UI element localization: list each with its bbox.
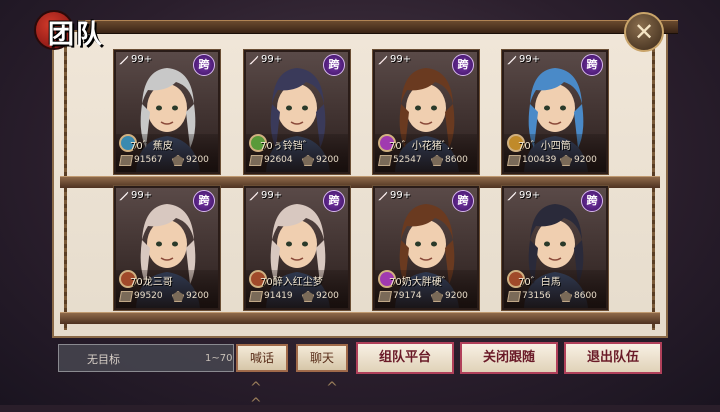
cross-server-badge: 跨 xyxy=(323,190,345,212)
shield-icon xyxy=(431,291,443,302)
cross-server-badge: 跨 xyxy=(581,190,603,212)
sword-icon xyxy=(378,55,388,65)
member-hp: 8600 xyxy=(431,155,468,166)
member-card[interactable]: 99+ 跨 70醉入红尘梦 91419 9200 xyxy=(244,186,350,310)
member-power: 100439 xyxy=(507,155,556,166)
cross-server-badge: 跨 xyxy=(193,54,215,76)
shield-icon xyxy=(560,291,572,302)
member-level: 99+ xyxy=(119,190,152,201)
sword-icon xyxy=(249,191,259,201)
member-info: 70゛小花猪ﾞ‥ 52547 8600 xyxy=(375,134,477,172)
target-selector[interactable]: 无目标 1~70 xyxy=(58,344,234,372)
member-name: 70ぅ铃铛゛ xyxy=(260,141,313,152)
shield-icon xyxy=(302,155,314,166)
member-level: 99+ xyxy=(507,190,540,201)
power-icon xyxy=(249,291,263,302)
member-card[interactable]: 99+ 跨 70龙三哥 99520 9200 xyxy=(114,186,220,310)
member-level: 99+ xyxy=(378,190,411,201)
member-hp: 9200 xyxy=(560,155,597,166)
sword-icon xyxy=(378,191,388,201)
member-level: 99+ xyxy=(378,54,411,65)
cross-server-badge: 跨 xyxy=(581,54,603,76)
shout-button[interactable]: 喊话 xyxy=(236,344,288,372)
shield-icon xyxy=(302,291,314,302)
member-power: 73156 xyxy=(507,291,551,302)
member-level: 99+ xyxy=(507,54,540,65)
title-strip xyxy=(78,20,678,34)
member-name: 70醉入红尘梦 xyxy=(260,277,323,288)
level-range: 1~70 xyxy=(205,353,233,364)
cross-server-badge: 跨 xyxy=(452,190,474,212)
member-info: 70゛白馬 73156 8600 xyxy=(504,270,606,308)
sword-icon xyxy=(507,191,517,201)
member-power: 92604 xyxy=(249,155,293,166)
shield-icon xyxy=(431,155,443,166)
power-icon xyxy=(249,155,263,166)
shelf-bottom xyxy=(60,312,660,324)
member-power: 91567 xyxy=(119,155,163,166)
member-info: 70醉入红尘梦 91419 9200 xyxy=(246,270,348,308)
shield-icon xyxy=(172,155,184,166)
member-hp: 9200 xyxy=(302,291,339,302)
close-button[interactable]: ✕ xyxy=(624,12,664,52)
member-power: 52547 xyxy=(378,155,422,166)
member-power: 99520 xyxy=(119,291,163,302)
sword-icon xyxy=(119,55,129,65)
member-level: 99+ xyxy=(249,190,282,201)
chat-button[interactable]: 聊天 xyxy=(296,344,348,372)
title-badge: 团队 xyxy=(34,10,134,50)
title-bar: 团队 xyxy=(0,8,720,52)
member-card[interactable]: 99+ 跨 70゛蕉皮 91567 9200 xyxy=(114,50,220,174)
close-icon: ✕ xyxy=(633,18,655,46)
member-info: 70龙三哥 99520 9200 xyxy=(116,270,218,308)
power-icon xyxy=(378,155,392,166)
sword-icon xyxy=(507,55,517,65)
member-info: 70ぅ铃铛゛ 92604 9200 xyxy=(246,134,348,172)
member-hp: 8600 xyxy=(560,291,597,302)
member-card[interactable]: 99+ 跨 70ぅ铃铛゛ 92604 9200 xyxy=(244,50,350,174)
member-level: 99+ xyxy=(119,54,152,65)
bottom-bar: 无目标 1~70 喊话 聊天 组队平台 关闭跟随 退出队伍 xyxy=(58,342,664,374)
cross-server-badge: 跨 xyxy=(193,190,215,212)
shield-icon xyxy=(560,155,572,166)
member-hp: 9200 xyxy=(172,291,209,302)
power-icon xyxy=(507,155,521,166)
power-icon xyxy=(119,291,133,302)
power-icon xyxy=(378,291,392,302)
member-power: 91419 xyxy=(249,291,293,302)
floor-decoration: ^ ^ ^ xyxy=(250,380,368,412)
leave-team-button[interactable]: 退出队伍 xyxy=(564,342,662,374)
member-power: 79174 xyxy=(378,291,422,302)
page-title: 团队 xyxy=(48,20,105,50)
member-name: 70龙三哥 xyxy=(130,277,173,288)
member-card[interactable]: 99+ 跨 70゛小花猪ﾞ‥ 52547 8600 xyxy=(373,50,479,174)
member-hp: 9200 xyxy=(172,155,209,166)
shield-icon xyxy=(172,291,184,302)
member-hp: 9200 xyxy=(302,155,339,166)
member-hp: 9200 xyxy=(431,291,468,302)
power-icon xyxy=(507,291,521,302)
member-info: 70゛小四筒 100439 9200 xyxy=(504,134,606,172)
cross-server-badge: 跨 xyxy=(323,54,345,76)
target-label: 无目标 xyxy=(87,353,120,366)
member-name: 70゛蕉皮 xyxy=(130,141,173,152)
member-name: 70゛小四筒 xyxy=(518,141,571,152)
sword-icon xyxy=(119,191,129,201)
power-icon xyxy=(119,155,133,166)
member-name: 70奶大胖硬゛ xyxy=(389,277,452,288)
member-info: 70奶大胖硬゛ 79174 9200 xyxy=(375,270,477,308)
close-follow-button[interactable]: 关闭跟随 xyxy=(460,342,558,374)
member-info: 70゛蕉皮 91567 9200 xyxy=(116,134,218,172)
sword-icon xyxy=(249,55,259,65)
member-name: 70゛白馬 xyxy=(518,277,561,288)
member-card[interactable]: 99+ 跨 70゛小四筒 100439 9200 xyxy=(502,50,608,174)
cross-server-badge: 跨 xyxy=(452,54,474,76)
member-level: 99+ xyxy=(249,54,282,65)
member-card[interactable]: 99+ 跨 70゛白馬 73156 8600 xyxy=(502,186,608,310)
member-name: 70゛小花猪ﾞ‥ xyxy=(389,141,454,152)
member-card[interactable]: 99+ 跨 70奶大胖硬゛ 79174 9200 xyxy=(373,186,479,310)
team-platform-button[interactable]: 组队平台 xyxy=(356,342,454,374)
